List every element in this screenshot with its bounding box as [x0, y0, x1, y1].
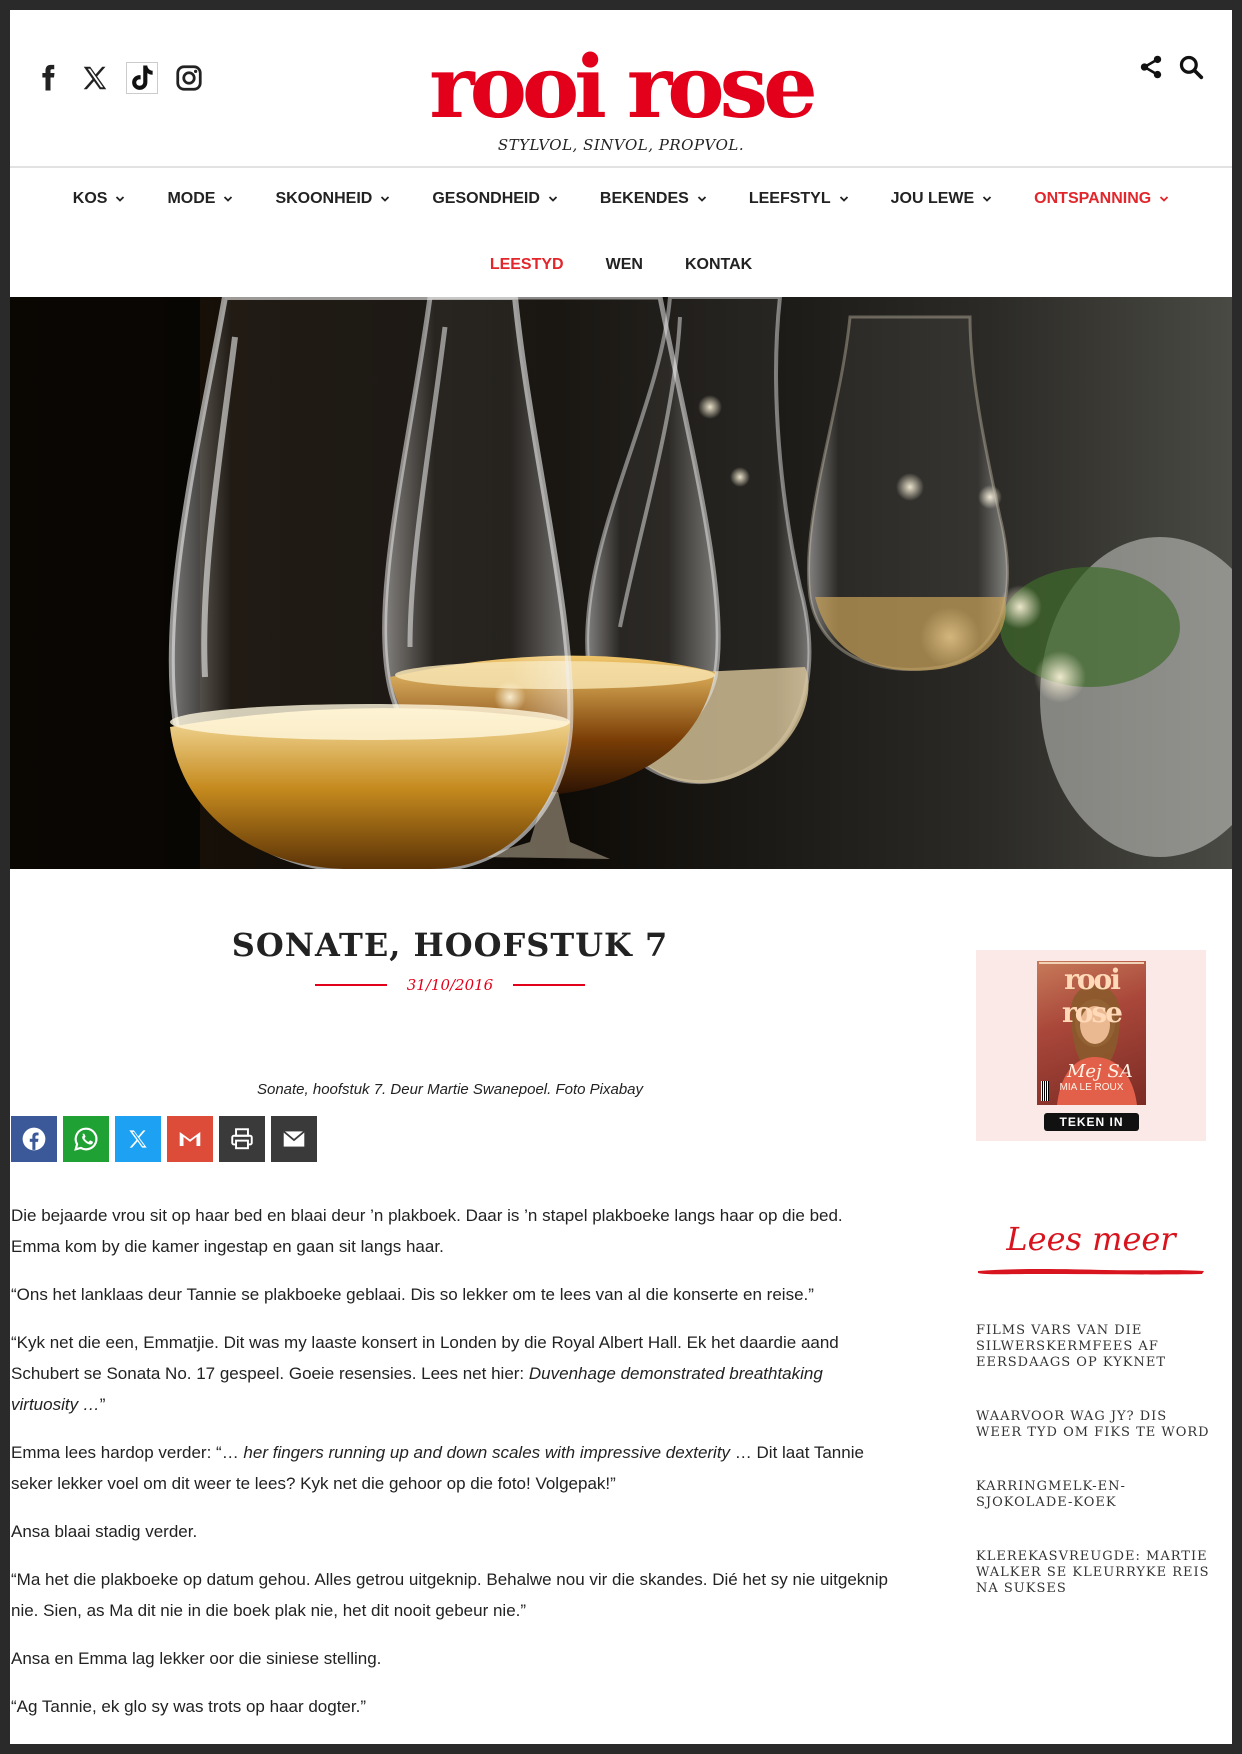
paragraph: Ansa blaai stadig verder.	[11, 1522, 198, 1541]
subscribe-button[interactable]: TEKEN IN	[1044, 1113, 1139, 1131]
nav-label: BEKENDES	[599, 190, 689, 207]
article-date: 31/10/2016	[406, 976, 494, 994]
divider	[314, 984, 387, 986]
site-header: rooi rose STYLVOL, SINVOL, PROPVOL.	[10, 10, 1232, 166]
share-icon[interactable]	[1138, 54, 1164, 80]
nav-item-bekendes[interactable]: BEKENDES	[579, 180, 728, 218]
nav-item-mode[interactable]: MODE	[146, 180, 254, 218]
image-caption: Sonate, hoofstuk 7. Deur Martie Swanepoe…	[256, 1081, 644, 1098]
nav-item-ontspanning[interactable]: ONTSPANNING	[1013, 180, 1190, 218]
chevron-down-icon	[983, 196, 992, 202]
paragraph-text: Emma lees hardop verder: “…	[11, 1443, 244, 1462]
chevron-down-icon	[697, 196, 706, 202]
nav-label: ONTSPANNING	[1034, 190, 1152, 207]
search-icon[interactable]	[1178, 54, 1204, 80]
paragraph: “Kyk net die een, Emmatjie. Dit was my l…	[11, 1327, 891, 1420]
share-x-button[interactable]	[115, 1116, 161, 1162]
main-nav-row-1: KOS MODE SKOONHEID GESONDHEID BEKENDES L…	[10, 180, 1232, 218]
chevron-down-icon	[548, 196, 558, 202]
cover-headline: Mej SA	[1067, 1061, 1133, 1082]
logo-wordmark: rooi rose	[429, 37, 817, 138]
nav-item-gesondheid[interactable]: GESONDHEID	[411, 180, 579, 218]
email-icon	[283, 1130, 305, 1147]
nav-item-kontak[interactable]: KONTAK	[664, 246, 773, 284]
x-icon	[129, 1130, 147, 1148]
nav-label: KOS	[72, 190, 108, 207]
paragraph: Ansa en Emma lag lekker oor die siniese …	[11, 1649, 382, 1668]
divider	[513, 984, 586, 986]
facebook-icon	[22, 1127, 46, 1151]
page: rooi rose STYLVOL, SINVOL, PROPVOL. KOS …	[10, 10, 1232, 1744]
nav-label: LEEFSTYL	[748, 190, 831, 207]
paragraph-text: ”	[99, 1395, 106, 1414]
related-article-link[interactable]: KARRINGMELK-EN-SJOKOLADE-KOEK	[976, 1479, 1216, 1511]
nav-item-wen[interactable]: WEN	[585, 246, 664, 284]
gmail-icon	[179, 1131, 201, 1147]
brush-underline	[978, 1269, 1204, 1275]
related-article-link[interactable]: FILMS VARS VAN DIE SILWERSKERMFEES AF EE…	[976, 1323, 1216, 1371]
print-icon	[231, 1128, 253, 1150]
nav-item-leestyd[interactable]: LEESTYD	[469, 246, 585, 284]
magazine-cover[interactable]: rooi rose Mej SA MIA LE ROUX	[1037, 961, 1146, 1105]
whatsapp-icon	[74, 1127, 98, 1151]
paragraph: Emma lees hardop verder: “… her fingers …	[11, 1437, 891, 1499]
article-dateline: 31/10/2016	[20, 976, 880, 994]
paragraph: “Ma het die plakboeke op datum gehou. Al…	[11, 1570, 888, 1620]
paragraph: “Ons het lanklaas deur Tannie se plakboe…	[11, 1285, 814, 1304]
wine-glasses-photo	[10, 297, 1232, 869]
barcode	[1041, 1081, 1049, 1101]
nav-item-skoonheid[interactable]: SKOONHEID	[254, 180, 411, 218]
magazine-subscribe-widget[interactable]: rooi rose Mej SA MIA LE ROUX TEKEN IN	[976, 950, 1206, 1141]
chevron-down-icon	[116, 196, 125, 202]
related-article-link[interactable]: WAARVOOR WAG JY? DIS WEER TYD OM FIKS TE…	[976, 1409, 1216, 1441]
main-nav-row-2: LEESTYD WEN KONTAK	[10, 246, 1232, 284]
share-gmail-button[interactable]	[167, 1116, 213, 1162]
chevron-down-icon	[1160, 196, 1169, 202]
nav-label: SKOONHEID	[275, 190, 373, 207]
related-article-link[interactable]: KLEREKASVREUGDE: MARTIE WALKER SE KLEURR…	[976, 1549, 1216, 1597]
site-logo[interactable]: rooi rose STYLVOL, SINVOL, PROPVOL.	[10, 37, 1232, 155]
quote-emphasis: her fingers running up and down scales w…	[243, 1443, 731, 1462]
share-whatsapp-button[interactable]	[63, 1116, 109, 1162]
nav-item-leefstyl[interactable]: LEEFSTYL	[728, 180, 870, 218]
chevron-down-icon	[839, 196, 848, 202]
cover-subline: MIA LE ROUX	[1059, 1082, 1124, 1093]
article-title: SONATE, HOOFSTUK 7	[231, 926, 669, 964]
email-button[interactable]	[271, 1116, 317, 1162]
chevron-down-icon	[224, 196, 233, 202]
nav-label: JOU LEWE	[890, 190, 975, 207]
nav-item-kos[interactable]: KOS	[52, 180, 147, 218]
cover-title: rooi rose	[1061, 963, 1123, 1029]
article-body: Die bejaarde vrou sit op haar bed en bla…	[11, 1200, 891, 1739]
print-button[interactable]	[219, 1116, 265, 1162]
logo-tagline: STYLVOL, SINVOL, PROPVOL.	[497, 136, 745, 154]
header-divider	[10, 166, 1232, 168]
share-buttons	[11, 1116, 317, 1162]
share-facebook-button[interactable]	[11, 1116, 57, 1162]
nav-item-jou-lewe[interactable]: JOU LEWE	[870, 180, 1014, 218]
nav-label: MODE	[167, 190, 216, 207]
paragraph: Die bejaarde vrou sit op haar bed en bla…	[11, 1206, 843, 1256]
paragraph: “Ag Tannie, ek glo sy was trots op haar …	[11, 1697, 366, 1716]
nav-label: GESONDHEID	[432, 190, 540, 207]
chevron-down-icon	[381, 196, 390, 202]
related-articles: FILMS VARS VAN DIE SILWERSKERMFEES AF EE…	[976, 1323, 1216, 1635]
lees-meer-heading: Lees meer	[1006, 1220, 1176, 1258]
hero-image	[10, 297, 1232, 869]
header-tools	[1138, 54, 1204, 80]
